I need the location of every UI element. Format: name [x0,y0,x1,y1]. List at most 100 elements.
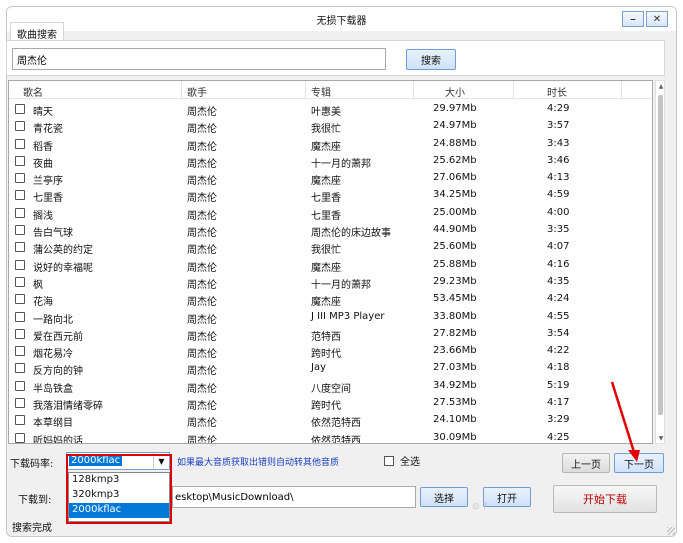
table-row[interactable]: 我落泪情绪零碎 周杰伦 跨时代 27.53Mb 4:17 [9,395,652,412]
column-divider[interactable] [305,81,306,99]
table-row[interactable]: 稻香 周杰伦 魔杰座 24.88Mb 3:43 [9,136,652,153]
bitrate-select[interactable]: 2000kflac ▼ [66,452,170,470]
row-checkbox[interactable] [15,328,25,339]
artist-cell: 周杰伦 [187,141,217,153]
table-row[interactable]: 爱在西元前 周杰伦 范特西 27.82Mb 3:54 [9,326,652,343]
row-checkbox[interactable] [15,104,25,114]
close-button[interactable]: ✕ [646,11,668,27]
row-checkbox[interactable] [15,121,25,132]
row-checkbox[interactable] [15,190,25,201]
table-row[interactable]: 说好的幸福呢 周杰伦 魔杰座 25.88Mb 4:16 [9,257,652,274]
song-title-cell: 夜曲 [33,158,53,170]
album-cell: 跨时代 [311,349,341,361]
artist-cell: 周杰伦 [187,158,217,170]
column-divider[interactable] [513,81,514,99]
checkbox-icon[interactable] [384,455,394,466]
duration-cell: 4:07 [547,241,570,253]
table-row[interactable]: 枫 周杰伦 十一月的萧邦 29.23Mb 4:35 [9,274,652,291]
table-row[interactable]: 青花瓷 周杰伦 我很忙 24.97Mb 3:57 [9,118,652,135]
column-header-artist[interactable]: 歌手 [187,84,207,99]
artist-cell: 周杰伦 [187,245,217,257]
table-row[interactable]: 花海 周杰伦 魔杰座 53.45Mb 4:24 [9,291,652,308]
vertical-scrollbar[interactable]: ▲ ▼ [655,80,665,444]
download-path-input[interactable] [172,486,416,508]
table-row[interactable]: 半岛铁盒 周杰伦 八度空间 34.92Mb 5:19 [9,378,652,395]
table-row[interactable]: 七里香 周杰伦 七里香 34.25Mb 4:59 [9,187,652,204]
table-row[interactable]: 一路向北 周杰伦 J III MP3 Player 33.80Mb 4:55 [9,309,652,326]
table-row[interactable]: 告白气球 周杰伦 周杰伦的床边故事 44.90Mb 3:35 [9,222,652,239]
bitrate-option-selected[interactable]: 2000kflac [69,503,169,518]
table-row[interactable]: 夜曲 周杰伦 十一月的萧邦 25.62Mb 3:46 [9,153,652,170]
duration-cell: 3:54 [547,327,570,339]
duration-cell: 3:46 [547,154,570,166]
tab-song-search[interactable]: 歌曲搜索 [10,22,64,41]
album-cell: 跨时代 [311,401,341,413]
choose-folder-button[interactable]: 选择 [420,487,468,507]
bitrate-selected-value: 2000kflac [69,455,123,466]
row-checkbox[interactable] [15,173,25,184]
table-row[interactable]: 本草纲目 周杰伦 依然范特西 24.10Mb 3:29 [9,412,652,429]
column-header-size[interactable]: 大小 [445,84,465,99]
row-checkbox[interactable] [15,207,25,218]
duration-cell: 4:35 [547,275,570,287]
bitrate-option[interactable]: 128kmp3 [69,473,169,488]
song-title-cell: 我落泪情绪零碎 [33,401,103,413]
row-checkbox[interactable] [15,138,25,149]
album-cell: 我很忙 [311,245,341,257]
table-row[interactable]: 烟花易冷 周杰伦 跨时代 23.66Mb 4:22 [9,343,652,360]
song-title-cell: 七里香 [33,193,63,205]
song-title-cell: 爱在西元前 [33,331,83,343]
album-cell: 依然范特西 [311,435,361,444]
column-header-duration[interactable]: 时长 [547,84,567,99]
select-all-checkbox[interactable]: 全选 [384,453,420,468]
row-checkbox[interactable] [15,415,25,426]
quality-hint: 如果最大音质获取出错则自动转其他音质 [177,458,340,468]
row-checkbox[interactable] [15,259,25,270]
search-button[interactable]: 搜索 [406,49,456,70]
row-checkbox[interactable] [15,155,25,166]
row-checkbox[interactable] [15,311,25,322]
row-checkbox[interactable] [15,276,25,287]
table-row[interactable]: 搁浅 周杰伦 七里香 25.00Mb 4:00 [9,205,652,222]
row-checkbox[interactable] [15,398,25,409]
table-row[interactable]: 晴天 周杰伦 叶惠美 29.97Mb 4:29 [9,101,652,118]
row-checkbox[interactable] [15,225,25,236]
size-cell: 27.53Mb [433,397,477,409]
table-row[interactable]: 反方向的钟 周杰伦 Jay 27.03Mb 4:18 [9,360,652,377]
album-cell: 八度空间 [311,383,351,395]
row-checkbox[interactable] [15,363,25,374]
row-checkbox[interactable] [15,346,25,357]
bitrate-dropdown: 128kmp3 320kmp3 2000kflac [68,472,170,522]
resize-grip-icon[interactable] [667,527,675,535]
column-header-title[interactable]: 歌名 [23,84,43,99]
column-divider[interactable] [181,81,182,99]
song-title-cell: 半岛铁盒 [33,383,73,395]
column-header-album[interactable]: 专辑 [311,84,331,99]
minimize-button[interactable]: ⎯ [622,11,644,27]
row-checkbox[interactable] [15,294,25,305]
search-input[interactable] [12,48,386,70]
size-cell: 24.10Mb [433,414,477,426]
open-folder-button[interactable]: 打开 [483,487,531,507]
scroll-down-icon[interactable]: ▼ [656,433,666,443]
start-download-button[interactable]: 开始下载 [553,485,657,513]
column-divider[interactable] [621,81,622,99]
scrollbar-thumb[interactable] [658,95,663,415]
size-cell: 33.80Mb [433,310,477,322]
next-page-button[interactable]: 下一页 [614,453,664,473]
row-checkbox[interactable] [15,380,25,391]
scroll-up-icon[interactable]: ▲ [656,81,666,91]
chevron-down-icon[interactable]: ▼ [153,453,169,469]
artist-cell: 周杰伦 [187,314,217,326]
table-row[interactable]: 兰亭序 周杰伦 魔杰座 27.06Mb 4:13 [9,170,652,187]
row-checkbox[interactable] [15,432,25,443]
bitrate-option[interactable]: 320kmp3 [69,488,169,503]
column-divider[interactable] [413,81,414,99]
table-header: 歌名 歌手 专辑 大小 时长 [9,81,652,99]
album-cell: 范特西 [311,331,341,343]
prev-page-button[interactable]: 上一页 [562,453,610,473]
table-row[interactable]: 蒲公英的约定 周杰伦 我很忙 25.60Mb 4:07 [9,239,652,256]
album-cell: 魔杰座 [311,141,341,153]
row-checkbox[interactable] [15,242,25,253]
table-row[interactable]: 听妈妈的话 周杰伦 依然范特西 30.09Mb 4:25 [9,430,652,444]
